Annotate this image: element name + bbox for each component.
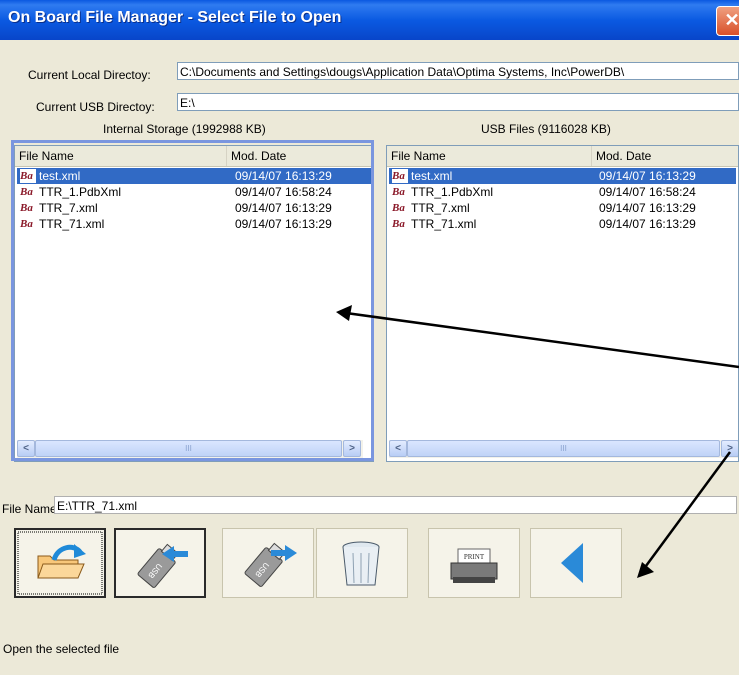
annotation-arrowhead <box>637 562 654 578</box>
annotation-arrow-to-list <box>345 311 739 369</box>
annotation-arrow-to-back <box>641 451 732 571</box>
file-manager-window: On Board File Manager - Select File to O… <box>0 0 739 675</box>
annotation-arrows <box>336 305 739 578</box>
annotation-arrowhead <box>336 305 352 321</box>
